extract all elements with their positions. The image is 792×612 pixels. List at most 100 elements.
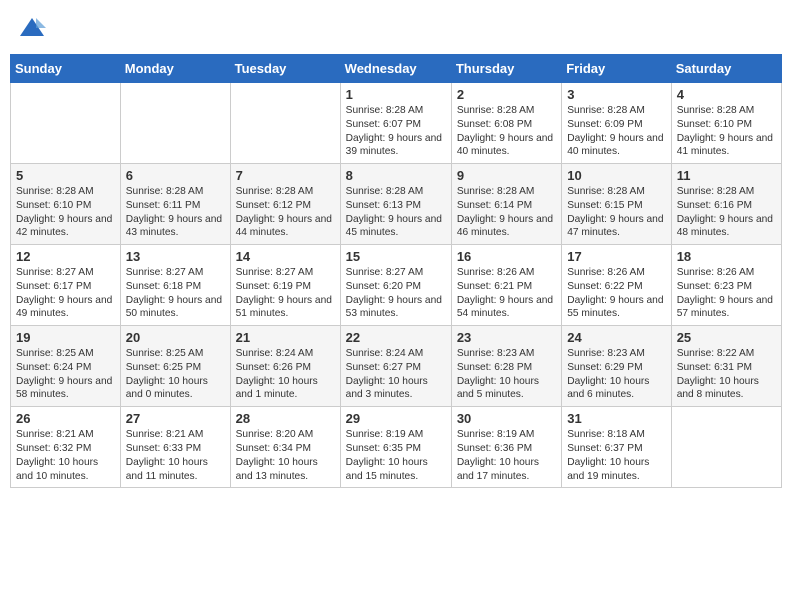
calendar-cell: 18 Sunrise: 8:26 AM Sunset: 6:23 PM Dayli… xyxy=(671,245,781,326)
calendar-cell: 14 Sunrise: 8:27 AM Sunset: 6:19 PM Dayli… xyxy=(230,245,340,326)
page-header xyxy=(10,10,782,46)
day-info: Sunrise: 8:27 AM Sunset: 6:18 PM Dayligh… xyxy=(126,266,225,321)
day-number: 19 xyxy=(16,330,115,345)
day-number: 15 xyxy=(346,249,446,264)
day-info: Sunrise: 8:25 AM Sunset: 6:24 PM Dayligh… xyxy=(16,347,115,402)
day-number: 17 xyxy=(567,249,665,264)
calendar-cell: 5 Sunrise: 8:28 AM Sunset: 6:10 PM Daylig… xyxy=(11,164,121,245)
calendar-cell: 21 Sunrise: 8:24 AM Sunset: 6:26 PM Dayli… xyxy=(230,326,340,407)
calendar-cell: 30 Sunrise: 8:19 AM Sunset: 6:36 PM Dayli… xyxy=(451,407,561,488)
day-header-tuesday: Tuesday xyxy=(230,55,340,83)
day-number: 21 xyxy=(236,330,335,345)
day-info: Sunrise: 8:19 AM Sunset: 6:35 PM Dayligh… xyxy=(346,428,446,483)
calendar-cell: 19 Sunrise: 8:25 AM Sunset: 6:24 PM Dayli… xyxy=(11,326,121,407)
day-info: Sunrise: 8:24 AM Sunset: 6:27 PM Dayligh… xyxy=(346,347,446,402)
day-info: Sunrise: 8:28 AM Sunset: 6:09 PM Dayligh… xyxy=(567,104,665,159)
calendar-cell: 31 Sunrise: 8:18 AM Sunset: 6:37 PM Dayli… xyxy=(562,407,671,488)
day-info: Sunrise: 8:19 AM Sunset: 6:36 PM Dayligh… xyxy=(457,428,556,483)
day-number: 1 xyxy=(346,87,446,102)
day-header-sunday: Sunday xyxy=(11,55,121,83)
day-number: 16 xyxy=(457,249,556,264)
calendar-cell: 2 Sunrise: 8:28 AM Sunset: 6:08 PM Daylig… xyxy=(451,83,561,164)
day-number: 2 xyxy=(457,87,556,102)
day-number: 30 xyxy=(457,411,556,426)
day-header-wednesday: Wednesday xyxy=(340,55,451,83)
calendar-week-0: 1 Sunrise: 8:28 AM Sunset: 6:07 PM Daylig… xyxy=(11,83,782,164)
calendar-cell: 7 Sunrise: 8:28 AM Sunset: 6:12 PM Daylig… xyxy=(230,164,340,245)
day-info: Sunrise: 8:28 AM Sunset: 6:12 PM Dayligh… xyxy=(236,185,335,240)
day-info: Sunrise: 8:28 AM Sunset: 6:10 PM Dayligh… xyxy=(677,104,776,159)
day-number: 14 xyxy=(236,249,335,264)
calendar-cell: 1 Sunrise: 8:28 AM Sunset: 6:07 PM Daylig… xyxy=(340,83,451,164)
day-info: Sunrise: 8:22 AM Sunset: 6:31 PM Dayligh… xyxy=(677,347,776,402)
day-info: Sunrise: 8:28 AM Sunset: 6:16 PM Dayligh… xyxy=(677,185,776,240)
day-info: Sunrise: 8:21 AM Sunset: 6:33 PM Dayligh… xyxy=(126,428,225,483)
calendar-cell: 28 Sunrise: 8:20 AM Sunset: 6:34 PM Dayli… xyxy=(230,407,340,488)
day-info: Sunrise: 8:18 AM Sunset: 6:37 PM Dayligh… xyxy=(567,428,665,483)
day-info: Sunrise: 8:28 AM Sunset: 6:10 PM Dayligh… xyxy=(16,185,115,240)
day-number: 9 xyxy=(457,168,556,183)
calendar-table: SundayMondayTuesdayWednesdayThursdayFrid… xyxy=(10,54,782,488)
calendar-cell: 22 Sunrise: 8:24 AM Sunset: 6:27 PM Dayli… xyxy=(340,326,451,407)
calendar-cell: 9 Sunrise: 8:28 AM Sunset: 6:14 PM Daylig… xyxy=(451,164,561,245)
calendar-cell: 16 Sunrise: 8:26 AM Sunset: 6:21 PM Dayli… xyxy=(451,245,561,326)
day-number: 25 xyxy=(677,330,776,345)
calendar-cell: 6Sunrise: 8:28 AM Sunset: 6:11 PM Daylig… xyxy=(120,164,230,245)
day-info: Sunrise: 8:28 AM Sunset: 6:07 PM Dayligh… xyxy=(346,104,446,159)
calendar-week-1: 5 Sunrise: 8:28 AM Sunset: 6:10 PM Daylig… xyxy=(11,164,782,245)
calendar-cell: 20 Sunrise: 8:25 AM Sunset: 6:25 PM Dayli… xyxy=(120,326,230,407)
day-info: Sunrise: 8:28 AM Sunset: 6:08 PM Dayligh… xyxy=(457,104,556,159)
calendar-cell: 29 Sunrise: 8:19 AM Sunset: 6:35 PM Dayli… xyxy=(340,407,451,488)
day-header-thursday: Thursday xyxy=(451,55,561,83)
day-info: Sunrise: 8:28 AM Sunset: 6:13 PM Dayligh… xyxy=(346,185,446,240)
calendar-cell: 12 Sunrise: 8:27 AM Sunset: 6:17 PM Dayli… xyxy=(11,245,121,326)
day-number: 22 xyxy=(346,330,446,345)
day-info: Sunrise: 8:23 AM Sunset: 6:29 PM Dayligh… xyxy=(567,347,665,402)
calendar-cell: 26Sunrise: 8:21 AM Sunset: 6:32 PM Dayli… xyxy=(11,407,121,488)
calendar-week-3: 19 Sunrise: 8:25 AM Sunset: 6:24 PM Dayli… xyxy=(11,326,782,407)
day-info: Sunrise: 8:26 AM Sunset: 6:22 PM Dayligh… xyxy=(567,266,665,321)
calendar-cell xyxy=(11,83,121,164)
day-number: 24 xyxy=(567,330,665,345)
day-number: 20 xyxy=(126,330,225,345)
day-number: 29 xyxy=(346,411,446,426)
day-number: 26 xyxy=(16,411,115,426)
day-info: Sunrise: 8:20 AM Sunset: 6:34 PM Dayligh… xyxy=(236,428,335,483)
day-number: 10 xyxy=(567,168,665,183)
day-number: 6 xyxy=(126,168,225,183)
calendar-cell xyxy=(671,407,781,488)
calendar-cell: 11 Sunrise: 8:28 AM Sunset: 6:16 PM Dayli… xyxy=(671,164,781,245)
day-number: 5 xyxy=(16,168,115,183)
logo xyxy=(16,14,46,42)
calendar-week-4: 26Sunrise: 8:21 AM Sunset: 6:32 PM Dayli… xyxy=(11,407,782,488)
calendar-cell: 27 Sunrise: 8:21 AM Sunset: 6:33 PM Dayli… xyxy=(120,407,230,488)
calendar-cell xyxy=(120,83,230,164)
calendar-header-row: SundayMondayTuesdayWednesdayThursdayFrid… xyxy=(11,55,782,83)
day-number: 8 xyxy=(346,168,446,183)
day-info: Sunrise: 8:26 AM Sunset: 6:21 PM Dayligh… xyxy=(457,266,556,321)
day-info: Sunrise: 8:27 AM Sunset: 6:20 PM Dayligh… xyxy=(346,266,446,321)
calendar-cell: 8 Sunrise: 8:28 AM Sunset: 6:13 PM Daylig… xyxy=(340,164,451,245)
day-info: Sunrise: 8:27 AM Sunset: 6:17 PM Dayligh… xyxy=(16,266,115,321)
day-number: 18 xyxy=(677,249,776,264)
day-number: 23 xyxy=(457,330,556,345)
day-number: 12 xyxy=(16,249,115,264)
day-number: 28 xyxy=(236,411,335,426)
day-number: 27 xyxy=(126,411,225,426)
day-info: Sunrise: 8:24 AM Sunset: 6:26 PM Dayligh… xyxy=(236,347,335,402)
calendar-cell: 25 Sunrise: 8:22 AM Sunset: 6:31 PM Dayli… xyxy=(671,326,781,407)
day-number: 31 xyxy=(567,411,665,426)
calendar-cell: 17 Sunrise: 8:26 AM Sunset: 6:22 PM Dayli… xyxy=(562,245,671,326)
calendar-cell: 10 Sunrise: 8:28 AM Sunset: 6:15 PM Dayli… xyxy=(562,164,671,245)
day-info: Sunrise: 8:28 AM Sunset: 6:15 PM Dayligh… xyxy=(567,185,665,240)
day-info: Sunrise: 8:26 AM Sunset: 6:23 PM Dayligh… xyxy=(677,266,776,321)
calendar-cell: 24 Sunrise: 8:23 AM Sunset: 6:29 PM Dayli… xyxy=(562,326,671,407)
day-number: 11 xyxy=(677,168,776,183)
calendar-cell: 4Sunrise: 8:28 AM Sunset: 6:10 PM Daylig… xyxy=(671,83,781,164)
day-info: Sunrise: 8:28 AM Sunset: 6:14 PM Dayligh… xyxy=(457,185,556,240)
day-info: Sunrise: 8:27 AM Sunset: 6:19 PM Dayligh… xyxy=(236,266,335,321)
calendar-cell: 13Sunrise: 8:27 AM Sunset: 6:18 PM Dayli… xyxy=(120,245,230,326)
day-info: Sunrise: 8:25 AM Sunset: 6:25 PM Dayligh… xyxy=(126,347,225,402)
calendar-cell: 3Sunrise: 8:28 AM Sunset: 6:09 PM Daylig… xyxy=(562,83,671,164)
day-number: 7 xyxy=(236,168,335,183)
